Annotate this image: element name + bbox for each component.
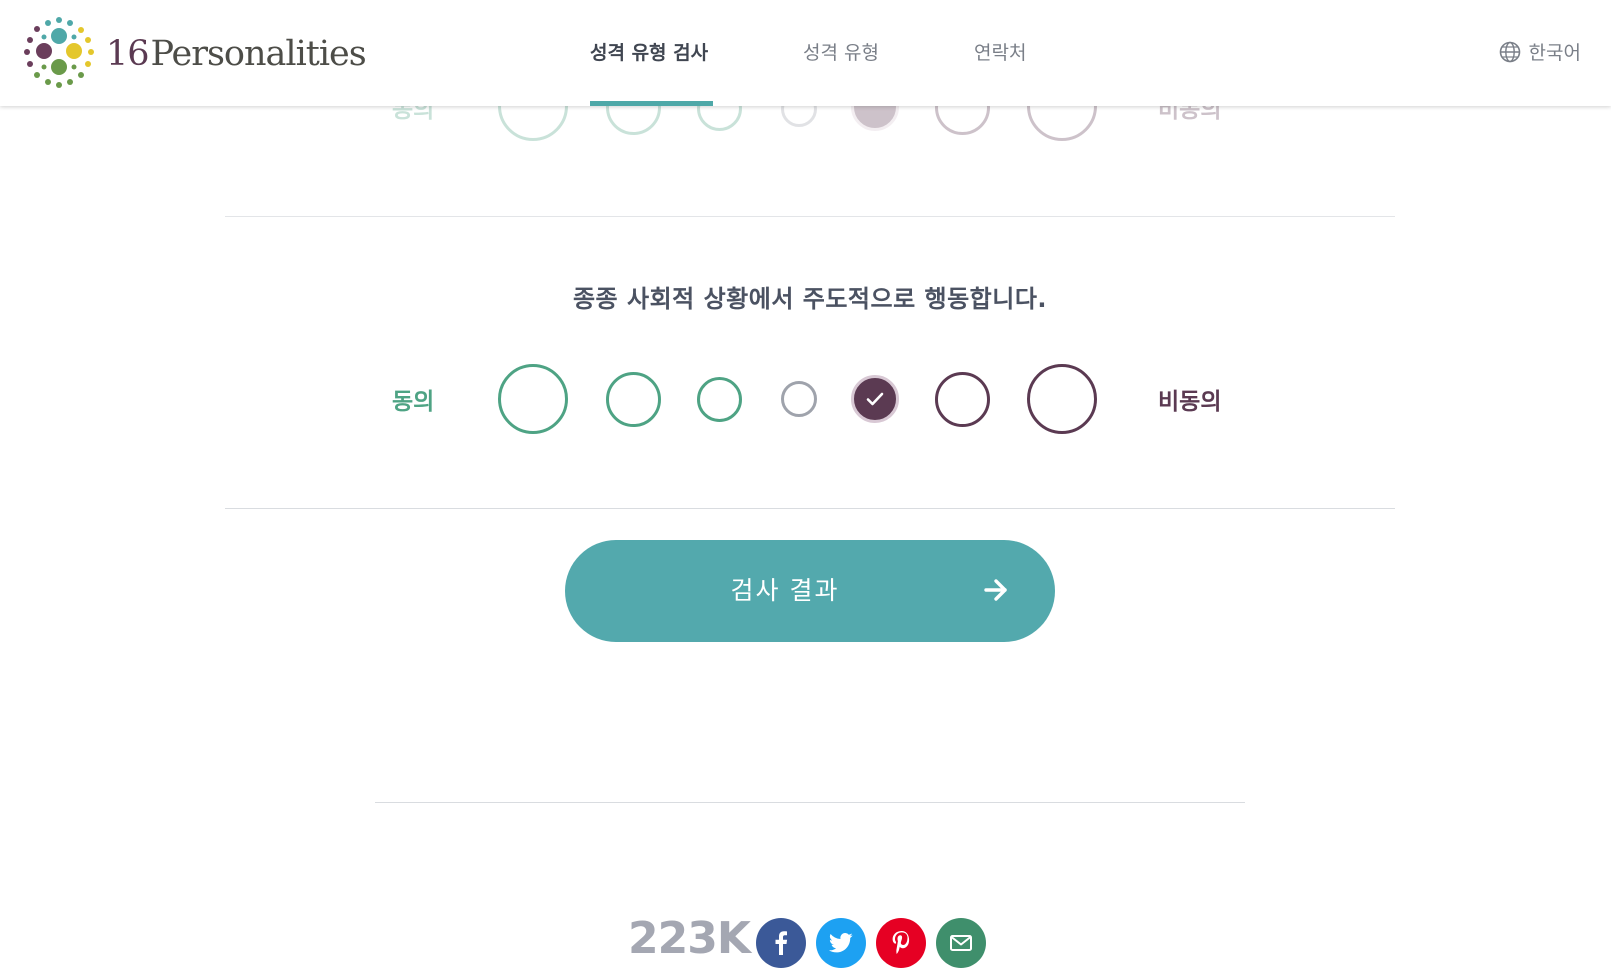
- results-button[interactable]: 검사 결과: [565, 540, 1055, 642]
- site-logo[interactable]: 16Personalities: [22, 17, 367, 90]
- envelope-icon: [950, 935, 972, 951]
- answer-option-6[interactable]: [935, 372, 990, 427]
- agree-label: 동의: [392, 389, 435, 415]
- question-divider: [225, 508, 1395, 509]
- pinterest-icon: [892, 931, 910, 954]
- disagree-label: 비동의: [1158, 389, 1222, 415]
- answer-option-1[interactable]: [498, 364, 568, 434]
- logo-word: Personalities: [150, 34, 367, 74]
- results-button-label: 검사 결과: [730, 577, 840, 605]
- twitter-icon: [829, 933, 853, 953]
- logo-number: 16: [106, 34, 150, 74]
- answer-option-4[interactable]: [781, 381, 817, 417]
- language-selector[interactable]: 한국어: [1499, 38, 1581, 65]
- globe-icon: [1499, 41, 1520, 62]
- nav-personality-test[interactable]: 성격 유형 검사: [590, 38, 708, 65]
- question-block: 종종 사회적 상황에서 주도적으로 행동합니다.: [225, 279, 1395, 319]
- logo-dots-icon: [24, 17, 94, 88]
- email-share-button[interactable]: [936, 918, 986, 968]
- question-text: 종종 사회적 상황에서 주도적으로 행동합니다.: [572, 285, 1048, 313]
- share-count: 223K: [628, 913, 751, 964]
- answer-option-5[interactable]: [851, 375, 899, 423]
- answer-option-7[interactable]: [1027, 364, 1097, 434]
- pinterest-share-button[interactable]: [876, 918, 926, 968]
- arrow-right-icon: [984, 579, 1007, 601]
- site-header: 16Personalities 성격 유형 검사 성격 유형 연락처 한국어: [0, 0, 1611, 106]
- footer-divider: [375, 802, 1245, 803]
- nav-personality-types[interactable]: 성격 유형: [803, 38, 879, 65]
- section-divider: [225, 216, 1395, 217]
- nav-active-indicator: [590, 101, 713, 106]
- answer-option-3[interactable]: [697, 377, 742, 422]
- nav-contact[interactable]: 연락처: [974, 38, 1026, 65]
- checkmark-icon: [866, 392, 884, 406]
- answer-option-2[interactable]: [606, 372, 661, 427]
- facebook-share-button[interactable]: [756, 918, 806, 968]
- logo-wordmark: 16Personalities: [106, 34, 367, 74]
- twitter-share-button[interactable]: [816, 918, 866, 968]
- language-label: 한국어: [1528, 42, 1581, 64]
- facebook-icon: [775, 931, 788, 955]
